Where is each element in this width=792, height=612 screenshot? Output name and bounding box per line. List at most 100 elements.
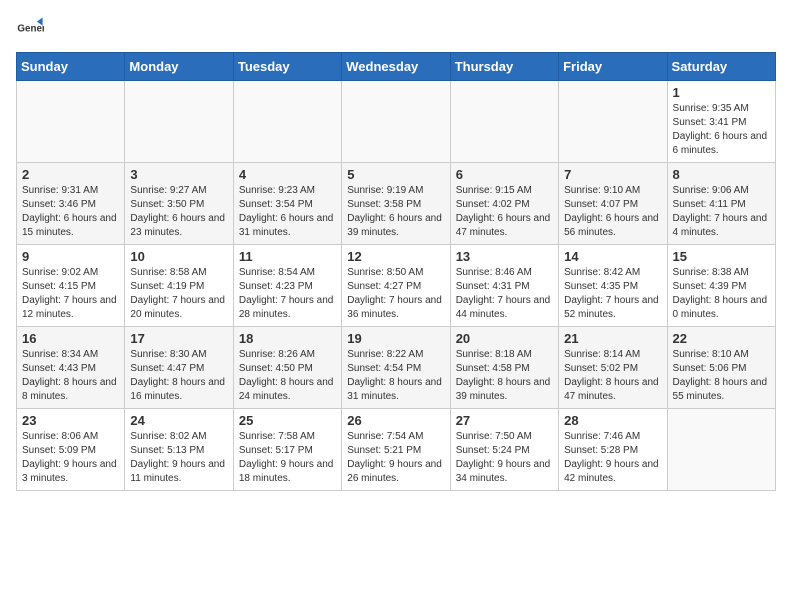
svg-text:General: General — [17, 23, 44, 34]
calendar-cell: 21 Sunrise: 8:14 AM Sunset: 5:02 PM Dayli… — [559, 327, 667, 409]
calendar-cell: 17 Sunrise: 8:30 AM Sunset: 4:47 PM Dayli… — [125, 327, 233, 409]
day-number: 4 — [239, 167, 336, 182]
day-number: 21 — [564, 331, 661, 346]
calendar-cell: 7 Sunrise: 9:10 AM Sunset: 4:07 PM Daylig… — [559, 163, 667, 245]
calendar-cell: 6 Sunrise: 9:15 AM Sunset: 4:02 PM Daylig… — [450, 163, 558, 245]
calendar-cell: 20Sunrise: 8:18 AM Sunset: 4:58 PM Dayli… — [450, 327, 558, 409]
calendar-cell: 2 Sunrise: 9:31 AM Sunset: 3:46 PM Daylig… — [17, 163, 125, 245]
calendar-week-row: 16Sunrise: 8:34 AM Sunset: 4:43 PM Dayli… — [17, 327, 776, 409]
calendar-cell: 8 Sunrise: 9:06 AM Sunset: 4:11 PM Daylig… — [667, 163, 775, 245]
day-number: 18 — [239, 331, 336, 346]
day-number: 11 — [239, 249, 336, 264]
day-info: Sunrise: 8:42 AM Sunset: 4:35 PM Dayligh… — [564, 266, 661, 322]
day-info: Sunrise: 9:15 AM Sunset: 4:02 PM Dayligh… — [456, 184, 553, 240]
calendar-cell: 23 Sunrise: 8:06 AM Sunset: 5:09 PM Dayli… — [17, 409, 125, 491]
logo: General — [16, 16, 48, 44]
calendar-week-row: 9 Sunrise: 9:02 AM Sunset: 4:15 PM Daylig… — [17, 245, 776, 327]
day-info: Sunrise: 9:10 AM Sunset: 4:07 PM Dayligh… — [564, 184, 661, 240]
day-info: Sunrise: 8:30 AM Sunset: 4:47 PM Dayligh… — [130, 348, 227, 404]
day-of-week-header: Saturday — [667, 53, 775, 81]
day-number: 8 — [673, 167, 770, 182]
day-info: Sunrise: 9:31 AM Sunset: 3:46 PM Dayligh… — [22, 184, 119, 240]
day-number: 1 — [673, 85, 770, 100]
calendar-cell: 28 Sunrise: 7:46 AM Sunset: 5:28 PM Dayli… — [559, 409, 667, 491]
day-info: Sunrise: 8:02 AM Sunset: 5:13 PM Dayligh… — [130, 430, 227, 486]
day-of-week-header: Monday — [125, 53, 233, 81]
day-info: Sunrise: 8:58 AM Sunset: 4:19 PM Dayligh… — [130, 266, 227, 322]
day-of-week-header: Friday — [559, 53, 667, 81]
day-info: Sunrise: 7:50 AM Sunset: 5:24 PM Dayligh… — [456, 430, 553, 486]
day-number: 23 — [22, 413, 119, 428]
day-number: 6 — [456, 167, 553, 182]
calendar-cell: 15 Sunrise: 8:38 AM Sunset: 4:39 PM Dayli… — [667, 245, 775, 327]
day-number: 26 — [347, 413, 444, 428]
calendar-cell: 3Sunrise: 9:27 AM Sunset: 3:50 PM Daylig… — [125, 163, 233, 245]
day-number: 12 — [347, 249, 444, 264]
day-number: 13 — [456, 249, 553, 264]
day-number: 28 — [564, 413, 661, 428]
day-info: Sunrise: 8:26 AM Sunset: 4:50 PM Dayligh… — [239, 348, 336, 404]
day-number: 17 — [130, 331, 227, 346]
day-info: Sunrise: 9:06 AM Sunset: 4:11 PM Dayligh… — [673, 184, 770, 240]
calendar-cell: 18 Sunrise: 8:26 AM Sunset: 4:50 PM Dayli… — [233, 327, 341, 409]
day-info: Sunrise: 9:23 AM Sunset: 3:54 PM Dayligh… — [239, 184, 336, 240]
calendar-cell: 1 Sunrise: 9:35 AM Sunset: 3:41 PM Daylig… — [667, 81, 775, 163]
day-info: Sunrise: 8:54 AM Sunset: 4:23 PM Dayligh… — [239, 266, 336, 322]
day-number: 27 — [456, 413, 553, 428]
calendar-cell: 10 Sunrise: 8:58 AM Sunset: 4:19 PM Dayli… — [125, 245, 233, 327]
day-of-week-header: Thursday — [450, 53, 558, 81]
calendar-cell: 26 Sunrise: 7:54 AM Sunset: 5:21 PM Dayli… — [342, 409, 450, 491]
day-info: Sunrise: 8:18 AM Sunset: 4:58 PM Dayligh… — [456, 348, 553, 404]
calendar-cell: 4 Sunrise: 9:23 AM Sunset: 3:54 PM Daylig… — [233, 163, 341, 245]
day-number: 15 — [673, 249, 770, 264]
day-number: 19 — [347, 331, 444, 346]
calendar-cell — [233, 81, 341, 163]
calendar-cell — [559, 81, 667, 163]
logo-icon: General — [16, 16, 44, 44]
calendar-cell: 24Sunrise: 8:02 AM Sunset: 5:13 PM Dayli… — [125, 409, 233, 491]
day-of-week-header: Sunday — [17, 53, 125, 81]
day-number: 7 — [564, 167, 661, 182]
day-number: 25 — [239, 413, 336, 428]
day-info: Sunrise: 8:14 AM Sunset: 5:02 PM Dayligh… — [564, 348, 661, 404]
calendar-cell — [342, 81, 450, 163]
day-of-week-header: Wednesday — [342, 53, 450, 81]
calendar-week-row: 1 Sunrise: 9:35 AM Sunset: 3:41 PM Daylig… — [17, 81, 776, 163]
calendar-table: SundayMondayTuesdayWednesdayThursdayFrid… — [16, 52, 776, 491]
calendar-cell: 13 Sunrise: 8:46 AM Sunset: 4:31 PM Dayli… — [450, 245, 558, 327]
day-number: 22 — [673, 331, 770, 346]
day-number: 10 — [130, 249, 227, 264]
calendar-cell: 9 Sunrise: 9:02 AM Sunset: 4:15 PM Daylig… — [17, 245, 125, 327]
calendar-cell: 5Sunrise: 9:19 AM Sunset: 3:58 PM Daylig… — [342, 163, 450, 245]
day-info: Sunrise: 8:46 AM Sunset: 4:31 PM Dayligh… — [456, 266, 553, 322]
calendar-cell — [450, 81, 558, 163]
day-info: Sunrise: 8:10 AM Sunset: 5:06 PM Dayligh… — [673, 348, 770, 404]
calendar-header-row: SundayMondayTuesdayWednesdayThursdayFrid… — [17, 53, 776, 81]
calendar-cell: 22 Sunrise: 8:10 AM Sunset: 5:06 PM Dayli… — [667, 327, 775, 409]
day-of-week-header: Tuesday — [233, 53, 341, 81]
day-number: 2 — [22, 167, 119, 182]
calendar-cell — [17, 81, 125, 163]
calendar-cell: 27 Sunrise: 7:50 AM Sunset: 5:24 PM Dayli… — [450, 409, 558, 491]
calendar-cell — [125, 81, 233, 163]
day-info: Sunrise: 7:54 AM Sunset: 5:21 PM Dayligh… — [347, 430, 444, 486]
day-info: Sunrise: 8:22 AM Sunset: 4:54 PM Dayligh… — [347, 348, 444, 404]
calendar-week-row: 2 Sunrise: 9:31 AM Sunset: 3:46 PM Daylig… — [17, 163, 776, 245]
day-number: 9 — [22, 249, 119, 264]
calendar-week-row: 23 Sunrise: 8:06 AM Sunset: 5:09 PM Dayli… — [17, 409, 776, 491]
day-info: Sunrise: 8:50 AM Sunset: 4:27 PM Dayligh… — [347, 266, 444, 322]
day-info: Sunrise: 8:06 AM Sunset: 5:09 PM Dayligh… — [22, 430, 119, 486]
calendar-cell: 16Sunrise: 8:34 AM Sunset: 4:43 PM Dayli… — [17, 327, 125, 409]
day-info: Sunrise: 8:34 AM Sunset: 4:43 PM Dayligh… — [22, 348, 119, 404]
day-info: Sunrise: 7:58 AM Sunset: 5:17 PM Dayligh… — [239, 430, 336, 486]
day-info: Sunrise: 9:19 AM Sunset: 3:58 PM Dayligh… — [347, 184, 444, 240]
day-info: Sunrise: 9:35 AM Sunset: 3:41 PM Dayligh… — [673, 102, 770, 158]
day-info: Sunrise: 9:27 AM Sunset: 3:50 PM Dayligh… — [130, 184, 227, 240]
calendar-cell: 19 Sunrise: 8:22 AM Sunset: 4:54 PM Dayli… — [342, 327, 450, 409]
day-number: 14 — [564, 249, 661, 264]
calendar-cell — [667, 409, 775, 491]
page-header: General — [16, 16, 776, 44]
day-info: Sunrise: 9:02 AM Sunset: 4:15 PM Dayligh… — [22, 266, 119, 322]
day-info: Sunrise: 7:46 AM Sunset: 5:28 PM Dayligh… — [564, 430, 661, 486]
day-info: Sunrise: 8:38 AM Sunset: 4:39 PM Dayligh… — [673, 266, 770, 322]
